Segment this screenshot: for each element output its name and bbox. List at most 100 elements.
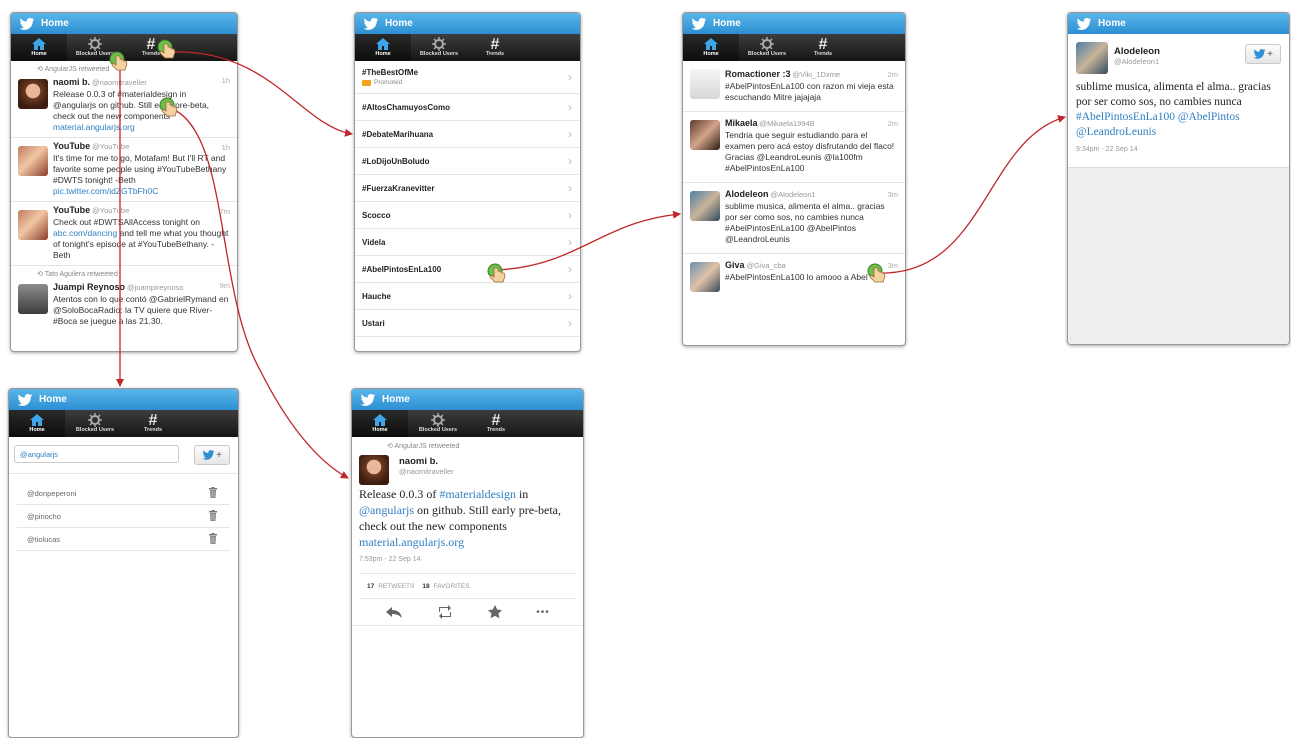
avatar[interactable] (18, 146, 48, 176)
tab-blocked-users[interactable]: Blocked Users (65, 410, 125, 437)
twitter-bird-icon (19, 17, 35, 30)
title-bar: Home (352, 389, 583, 410)
avatar[interactable] (18, 210, 48, 240)
tab-blocked-users[interactable]: Blocked Users (739, 34, 795, 61)
avatar[interactable] (18, 79, 48, 109)
gear-icon (431, 413, 445, 428)
detail-links[interactable]: #AbelPintosEnLa100 @AbelPintos @LeandroL… (1076, 111, 1240, 138)
tweet-item[interactable]: YouTube @YouTube 7m Check out #DWTSAllAcc… (11, 202, 237, 266)
trend-label: Videla (362, 237, 386, 247)
avatar[interactable] (690, 262, 720, 292)
tweet-item[interactable]: YouTube @YouTube 1h It's time for me to g… (11, 138, 237, 202)
trend-item[interactable]: #DebateMarihuana › (355, 121, 580, 148)
tweet-author[interactable]: YouTube (53, 205, 90, 215)
tweet-link[interactable]: pic.twitter.com/idZGTbFh0C (53, 186, 231, 197)
url-link[interactable]: material.angularjs.org (359, 535, 464, 549)
tab-trends[interactable]: # Trends (467, 34, 523, 61)
tweet-author[interactable]: Juampi Reynoso (53, 282, 125, 292)
tab-home[interactable]: Home (352, 410, 408, 437)
trash-icon[interactable] (208, 533, 218, 544)
follow-button-label: + (1267, 48, 1273, 60)
tweet-author[interactable]: Romactioner :3 (725, 69, 791, 79)
tweet-author[interactable]: YouTube (53, 141, 90, 151)
tab-trends[interactable]: # Trends (468, 410, 524, 437)
mention-link[interactable]: @angularjs (359, 503, 414, 517)
tab-bar: Home Blocked Users # Trends (9, 410, 238, 437)
trend-item[interactable]: #AltosChamuyosComo › (355, 94, 580, 121)
trend-item[interactable]: Videla › (355, 229, 580, 256)
tweet-link[interactable]: material.angularjs.org (53, 122, 231, 133)
trend-item[interactable]: #AbelPintosEnLa100 › (355, 256, 580, 283)
hash-icon: # (490, 35, 500, 53)
title-text: Home (41, 18, 69, 29)
avatar[interactable] (690, 191, 720, 221)
tap-hand-icon (487, 263, 506, 283)
twitter-bird-icon (360, 393, 376, 406)
tap-hand-icon (157, 39, 176, 59)
tab-blocked-users[interactable]: Blocked Users (408, 410, 468, 437)
avatar[interactable] (359, 455, 389, 485)
trend-item[interactable]: Ustari › (355, 310, 580, 337)
screen-tweet-detail-alodeleon: Home Alodeleon @Alodeleon1 + sublime mus… (1067, 12, 1290, 345)
tab-blocked-label: Blocked Users (418, 427, 458, 434)
tab-home[interactable]: Home (683, 34, 739, 61)
tab-trends[interactable]: # Trends (125, 410, 181, 437)
avatar[interactable] (1076, 42, 1108, 74)
tab-blocked-label: Blocked Users (419, 51, 459, 58)
trash-icon[interactable] (208, 510, 218, 521)
title-text: Home (713, 18, 741, 29)
avatar[interactable] (18, 284, 48, 314)
tweet-time: 3m (887, 261, 898, 270)
tweet-author[interactable]: naomi b. (53, 77, 90, 87)
retweet-icon[interactable] (436, 605, 454, 619)
detail-author[interactable]: naomi b. (399, 456, 576, 467)
tweet-item[interactable]: ⟲ AngularJS retweeted naomi b. @naomitrav… (11, 61, 237, 138)
tweet-author[interactable]: Mikaela (725, 118, 758, 128)
username-input[interactable] (14, 445, 179, 463)
tweet-handle: @YouTube (92, 206, 130, 215)
trend-item[interactable]: #LoDijoUnBoludo › (355, 148, 580, 175)
tweet-text: Tendria que seguir estudiando para el ex… (725, 130, 895, 173)
blocked-user-row: @tiolucas (17, 528, 230, 551)
tab-home[interactable]: Home (355, 34, 411, 61)
retweet-count-label[interactable]: RETWEETS (378, 583, 414, 590)
tweet-author[interactable]: Giva (725, 260, 745, 270)
title-text: Home (39, 394, 67, 405)
flow-arrow-detail (879, 115, 1066, 274)
title-bar: Home (1068, 13, 1289, 34)
trend-item[interactable]: Scocco › (355, 202, 580, 229)
tweet-item[interactable]: Alodeleon @Alodeleon1 3m sublime musica, … (683, 183, 905, 254)
favorite-star-icon[interactable] (486, 605, 504, 619)
trend-item[interactable]: #TheBestOfMe Promoted › (355, 61, 580, 94)
more-icon[interactable]: ••• (536, 607, 550, 618)
tweet-author[interactable]: Alodeleon (725, 189, 769, 199)
tab-blocked-users[interactable]: Blocked Users (411, 34, 467, 61)
title-bar: Home (355, 13, 580, 34)
tweet-item[interactable]: ⟲ Tato Aguilera retweeted Juampi Reynoso… (11, 266, 237, 331)
detail-divider (352, 625, 583, 626)
tweet-item[interactable]: Mikaela @Mikaela1994B 2m Tendria que segu… (683, 112, 905, 183)
tab-home-label: Home (375, 51, 391, 58)
tab-home[interactable]: Home (11, 34, 67, 61)
follow-button[interactable]: + (1245, 44, 1281, 64)
hashtag-link[interactable]: #materialdesign (439, 487, 516, 501)
block-add-button[interactable]: + (194, 445, 230, 465)
trash-icon[interactable] (208, 487, 218, 498)
tab-trends[interactable]: # Trends (795, 34, 851, 61)
twitter-bird-icon (1076, 17, 1092, 30)
trend-item[interactable]: #FuerzaKranevitter › (355, 175, 580, 202)
tab-home[interactable]: Home (9, 410, 65, 437)
home-icon (376, 38, 390, 51)
detail-background (1068, 167, 1289, 344)
reply-icon[interactable] (385, 605, 403, 619)
favorite-count-label[interactable]: FAVORITES (434, 583, 470, 590)
trend-item[interactable]: Hauche › (355, 283, 580, 310)
tweet-detail: Alodeleon @Alodeleon1 + sublime musica, … (1068, 34, 1289, 159)
tweet-item[interactable]: Romactioner :3 @Viki_1Dxme 2m #AbelPintos… (683, 61, 905, 112)
trend-label: #DebateMarihuana (362, 129, 434, 139)
chevron-right-icon: › (568, 235, 572, 249)
avatar[interactable] (690, 69, 720, 99)
tweet-link[interactable]: abc.com/dancing (53, 228, 117, 238)
tab-home-label: Home (372, 427, 388, 434)
avatar[interactable] (690, 120, 720, 150)
